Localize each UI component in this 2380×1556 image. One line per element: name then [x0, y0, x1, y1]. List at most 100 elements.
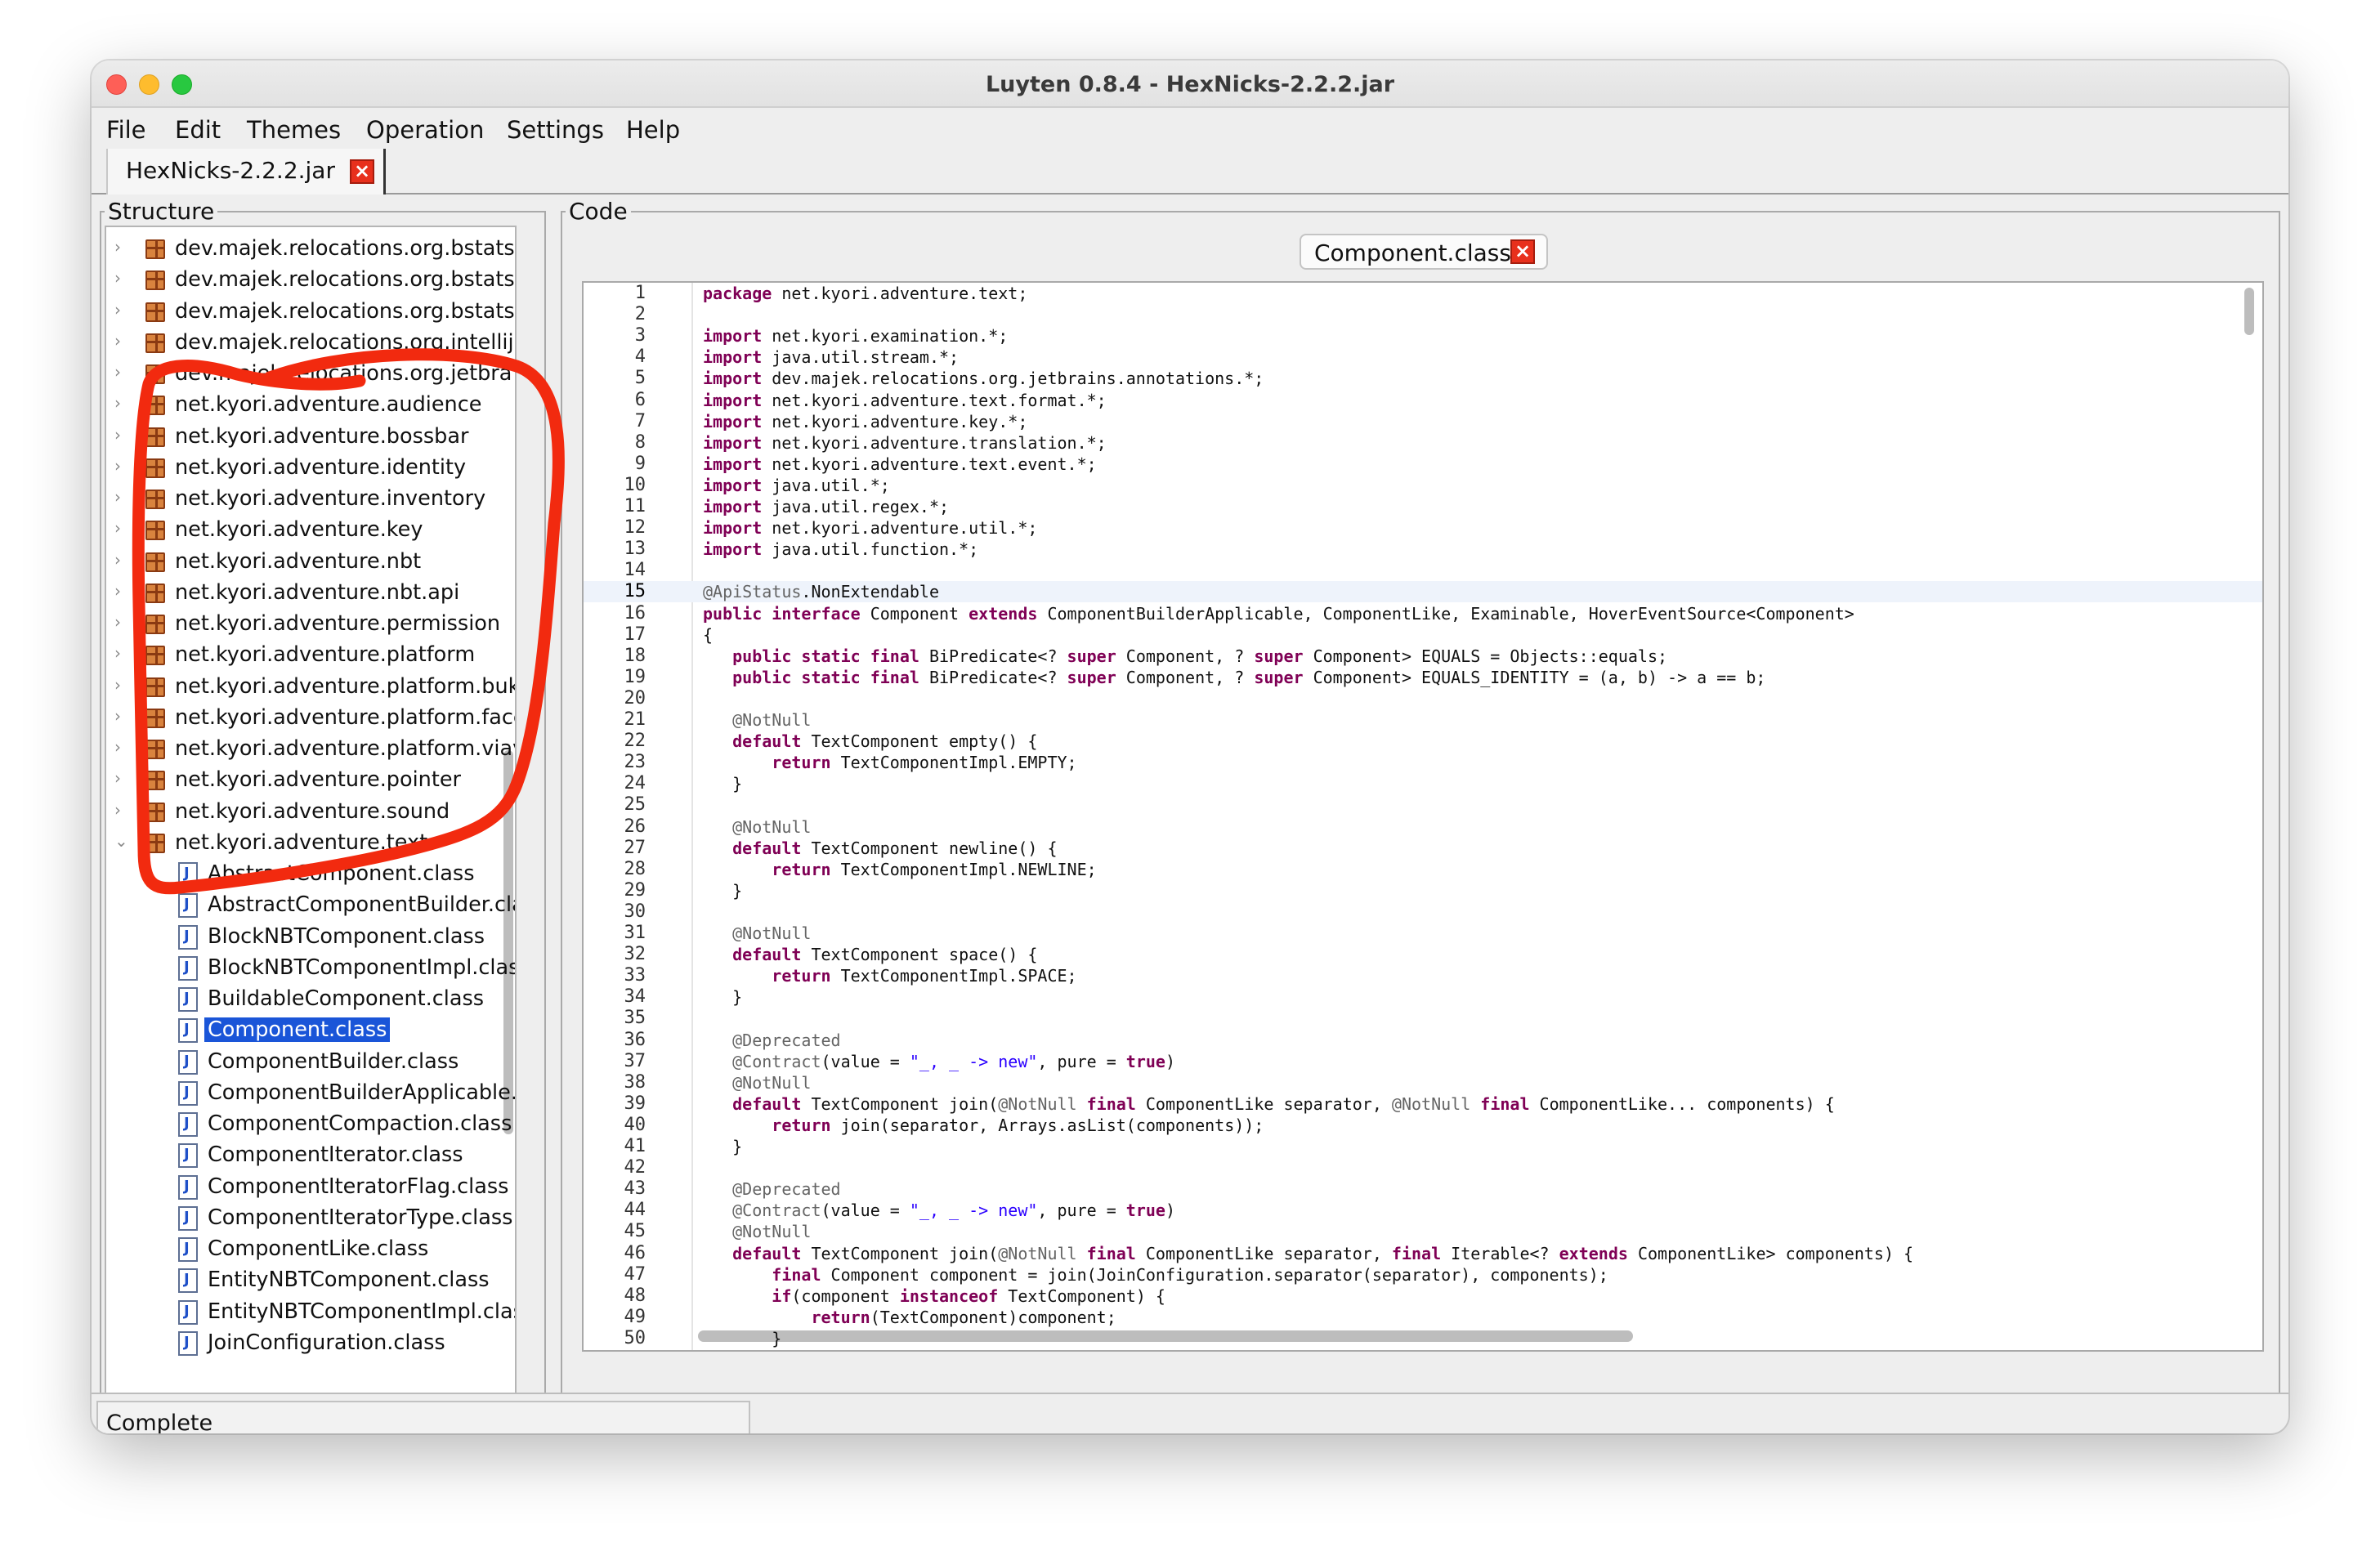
menu-operation[interactable]: Operation — [366, 116, 484, 144]
tree-package-row[interactable]: › net.kyori.adventure.inventory — [106, 484, 515, 515]
code-line[interactable]: 27 default TextComponent newline() { — [584, 838, 2262, 859]
chevron-right-icon[interactable]: › — [114, 331, 131, 351]
code-line[interactable]: 49 return(TextComponent)component; — [584, 1307, 2262, 1328]
code-line[interactable]: 43 @Deprecated — [584, 1178, 2262, 1200]
title-bar[interactable]: Luyten 0.8.4 - HexNicks-2.2.2.jar — [92, 60, 2288, 108]
tree-package-row[interactable]: › net.kyori.adventure.sound — [106, 797, 515, 828]
code-line[interactable]: 38 @NotNull — [584, 1072, 2262, 1093]
tree-package-row[interactable]: › dev.majek.relocations.org.jetbra — [106, 359, 515, 390]
code-line[interactable]: 47 final Component component = join(Join… — [584, 1264, 2262, 1285]
code-line[interactable]: 32 default TextComponent space() { — [584, 944, 2262, 965]
tree-package-row[interactable]: › net.kyori.adventure.platform.facet — [106, 703, 515, 734]
code-line[interactable]: 22 default TextComponent empty() { — [584, 731, 2262, 752]
code-line[interactable]: 24 } — [584, 773, 2262, 794]
code-line[interactable]: 41 } — [584, 1136, 2262, 1157]
tree-package-row[interactable]: › net.kyori.adventure.nbt — [106, 547, 515, 578]
chevron-right-icon[interactable]: › — [114, 237, 131, 257]
chevron-right-icon[interactable]: › — [114, 737, 131, 757]
code-line[interactable]: 16 public interface Component extends Com… — [584, 603, 2262, 624]
close-tab-icon[interactable]: × — [350, 159, 374, 184]
code-line[interactable]: 2 — [584, 304, 2262, 325]
code-line[interactable]: 36 @Deprecated — [584, 1030, 2262, 1051]
code-line[interactable]: 9 import net.kyori.adventure.text.event.*… — [584, 454, 2262, 475]
chevron-down-icon[interactable]: ⌄ — [114, 831, 131, 851]
code-editor[interactable]: 1 package net.kyori.adventure.text; 2 3 impo… — [582, 281, 2264, 1352]
tree-class-row[interactable]: JoinConfiguration.class — [106, 1328, 515, 1359]
code-line[interactable]: 13 import java.util.function.*; — [584, 539, 2262, 560]
tree-package-row[interactable]: › net.kyori.adventure.identity — [106, 453, 515, 484]
code-line[interactable]: 39 default TextComponent join(@NotNull f… — [584, 1093, 2262, 1115]
file-tab-hexnicks[interactable]: HexNicks-2.2.2.jar × — [106, 149, 386, 194]
tree-package-row[interactable]: › dev.majek.relocations.org.bstats.js — [106, 297, 515, 328]
tree-class-row[interactable]: AbstractComponent.class — [106, 859, 515, 890]
tree-package-row[interactable]: › net.kyori.adventure.platform.viaver — [106, 734, 515, 765]
code-line[interactable]: 33 return TextComponentImpl.SPACE; — [584, 965, 2262, 986]
code-line[interactable]: 3 import net.kyori.examination.*; — [584, 325, 2262, 347]
tree-class-row[interactable]: ComponentIterator.class — [106, 1140, 515, 1171]
code-line[interactable]: 26 @NotNull — [584, 816, 2262, 838]
code-line[interactable]: 4 import java.util.stream.*; — [584, 347, 2262, 368]
code-line[interactable]: 18 public static final BiPredicate<? sup… — [584, 646, 2262, 667]
tree-package-row[interactable]: › dev.majek.relocations.org.bstats.cl — [106, 265, 515, 296]
chevron-right-icon[interactable]: › — [114, 643, 131, 663]
close-code-tab-icon[interactable]: × — [1510, 239, 1535, 264]
tree-class-row[interactable]: Component.class — [106, 1015, 515, 1046]
chevron-right-icon[interactable]: › — [114, 800, 131, 820]
code-line[interactable]: 40 return join(separator, Arrays.asList(… — [584, 1115, 2262, 1136]
tree-class-row[interactable]: BuildableComponent.class — [106, 984, 515, 1015]
chevron-right-icon[interactable]: › — [114, 268, 131, 288]
code-line[interactable]: 29 } — [584, 880, 2262, 901]
tree-class-row[interactable]: BlockNBTComponentImpl.class — [106, 953, 515, 984]
menu-edit[interactable]: Edit — [175, 116, 221, 144]
code-line[interactable]: 17 { — [584, 624, 2262, 646]
code-line[interactable]: 23 return TextComponentImpl.EMPTY; — [584, 752, 2262, 773]
chevron-right-icon[interactable]: › — [114, 518, 131, 538]
code-line[interactable]: 45 @NotNull — [584, 1221, 2262, 1242]
code-line[interactable]: 21 @NotNull — [584, 709, 2262, 731]
structure-tree[interactable]: › dev.majek.relocations.org.bstats.b › dev.… — [105, 226, 517, 1422]
tree-package-row[interactable]: ⌄ net.kyori.adventure.text — [106, 828, 515, 859]
tree-package-row[interactable]: › net.kyori.adventure.permission — [106, 609, 515, 640]
tree-class-row[interactable]: ComponentBuilderApplicable.cl — [106, 1078, 515, 1109]
tree-package-row[interactable]: › net.kyori.adventure.pointer — [106, 765, 515, 796]
tree-class-row[interactable]: ComponentIteratorFlag.class — [106, 1172, 515, 1203]
tree-class-row[interactable]: BlockNBTComponent.class — [106, 922, 515, 953]
chevron-right-icon[interactable]: › — [114, 425, 131, 445]
tree-package-row[interactable]: › dev.majek.relocations.org.intellij.la — [106, 328, 515, 359]
menu-help[interactable]: Help — [626, 116, 680, 144]
code-line[interactable]: 7 import net.kyori.adventure.key.*; — [584, 411, 2262, 432]
tree-package-row[interactable]: › dev.majek.relocations.org.bstats.b — [106, 234, 515, 265]
code-line[interactable]: 14 — [584, 560, 2262, 581]
chevron-right-icon[interactable]: › — [114, 706, 131, 726]
code-line[interactable]: 42 — [584, 1157, 2262, 1178]
code-line[interactable]: 48 if(component instanceof TextComponent… — [584, 1285, 2262, 1307]
code-line[interactable]: 31 @NotNull — [584, 923, 2262, 944]
code-line[interactable]: 25 — [584, 794, 2262, 816]
tree-class-row[interactable]: ComponentLike.class — [106, 1234, 515, 1265]
code-line[interactable]: 46 default TextComponent join(@NotNull f… — [584, 1243, 2262, 1264]
code-line[interactable]: 5 import dev.majek.relocations.org.jetbra… — [584, 368, 2262, 389]
tree-package-row[interactable]: › net.kyori.adventure.audience — [106, 390, 515, 421]
code-line[interactable]: 44 @Contract(value = "_, _ -> new", pure… — [584, 1200, 2262, 1221]
chevron-right-icon[interactable]: › — [114, 550, 131, 570]
code-line[interactable]: 19 public static final BiPredicate<? sup… — [584, 667, 2262, 688]
code-line[interactable]: 28 return TextComponentImpl.NEWLINE; — [584, 859, 2262, 880]
menu-file[interactable]: File — [106, 116, 146, 144]
chevron-right-icon[interactable]: › — [114, 456, 131, 476]
code-line[interactable]: 10 import java.util.*; — [584, 475, 2262, 496]
chevron-right-icon[interactable]: › — [114, 581, 131, 601]
chevron-right-icon[interactable]: › — [114, 300, 131, 320]
tree-package-row[interactable]: › net.kyori.adventure.platform.bukki — [106, 672, 515, 703]
code-line[interactable]: 8 import net.kyori.adventure.translation.… — [584, 432, 2262, 454]
chevron-right-icon[interactable]: › — [114, 393, 131, 413]
tree-class-row[interactable]: ComponentCompaction.class — [106, 1109, 515, 1140]
code-line[interactable]: 37 @Contract(value = "_, _ -> new", pure… — [584, 1051, 2262, 1072]
tree-class-row[interactable]: AbstractComponentBuilder.class — [106, 890, 515, 921]
chevron-right-icon[interactable]: › — [114, 362, 131, 382]
tree-class-row[interactable]: EntityNBTComponentImpl.class — [106, 1297, 515, 1328]
tree-class-row[interactable]: EntityNBTComponent.class — [106, 1265, 515, 1296]
tree-package-row[interactable]: › net.kyori.adventure.bossbar — [106, 422, 515, 453]
code-line[interactable]: 12 import net.kyori.adventure.util.*; — [584, 517, 2262, 539]
chevron-right-icon[interactable]: › — [114, 675, 131, 695]
code-line[interactable]: 11 import java.util.regex.*; — [584, 496, 2262, 517]
